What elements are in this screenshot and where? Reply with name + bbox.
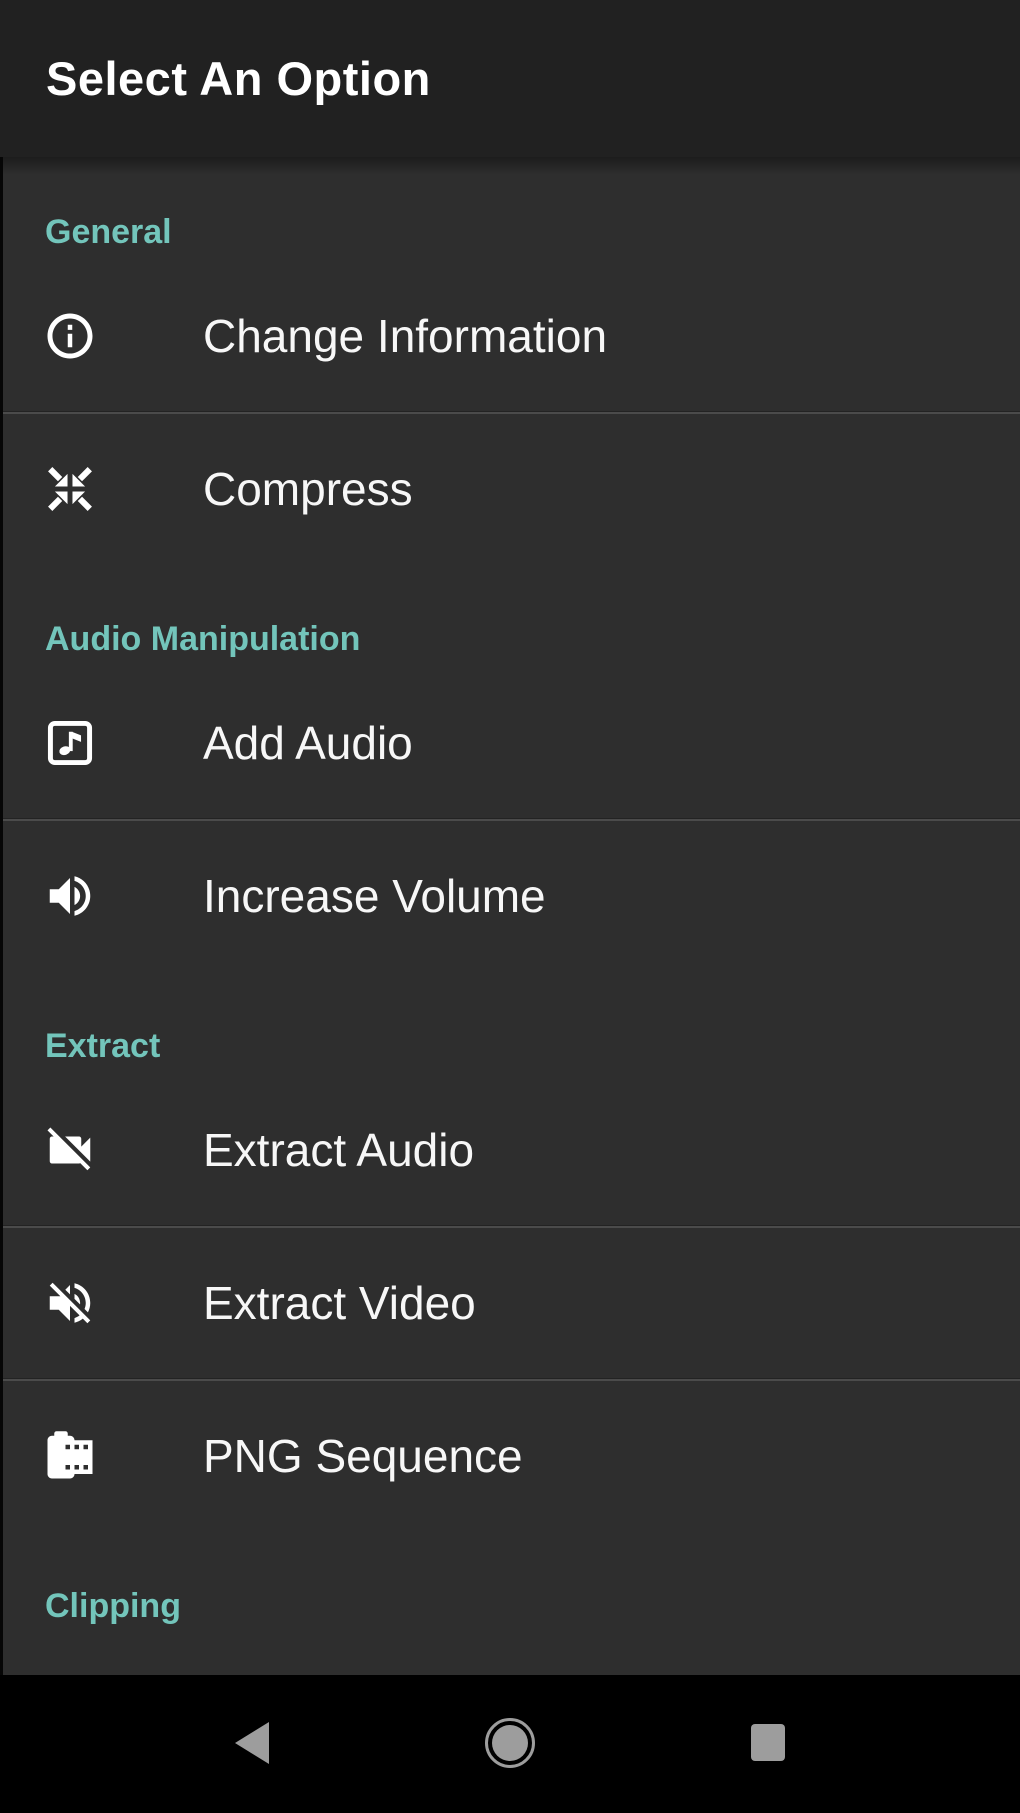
- menu-item-label: Extract Video: [203, 1277, 476, 1329]
- dialog-title-bar: Select An Option: [0, 0, 1020, 157]
- section-header: Audio Manipulation: [45, 620, 361, 658]
- home-icon: [484, 1717, 536, 1772]
- dialog-title: Select An Option: [46, 52, 431, 105]
- menu-item-add-audio[interactable]: Add Audio: [0, 668, 1020, 818]
- recents-button[interactable]: [639, 1675, 897, 1813]
- screen-left-edge: [0, 157, 3, 1675]
- section-header: General: [45, 213, 172, 251]
- camera-roll-icon: [43, 1429, 97, 1483]
- android-nav-bar: [0, 1675, 1020, 1813]
- option-dialog-body: General Change Information Compress Audio M…: [0, 157, 1020, 1675]
- music-note-box-icon: [43, 716, 97, 770]
- back-icon: [234, 1721, 270, 1768]
- menu-item-change-information[interactable]: Change Information: [0, 261, 1020, 411]
- menu-item-label: PNG Sequence: [203, 1430, 523, 1482]
- back-button[interactable]: [123, 1675, 381, 1813]
- volume-off-icon: [43, 1276, 97, 1330]
- volume-up-icon: [43, 869, 97, 923]
- home-button[interactable]: [381, 1675, 639, 1813]
- menu-item-label: Increase Volume: [203, 870, 546, 922]
- phone-screen: Select An Option General Change Informati…: [0, 0, 1020, 1813]
- section-header: Extract: [45, 1027, 161, 1065]
- menu-item-label: Change Information: [203, 310, 608, 362]
- menu-sections: General Change Information Compress Audio M…: [0, 214, 1020, 1625]
- menu-item-png-sequence[interactable]: PNG Sequence: [0, 1381, 1020, 1531]
- menu-item-compress[interactable]: Compress: [0, 414, 1020, 564]
- section-header: Clipping: [45, 1587, 181, 1625]
- videocam-off-icon: [43, 1123, 97, 1177]
- menu-item-increase-volume[interactable]: Increase Volume: [0, 821, 1020, 971]
- menu-item-label: Extract Audio: [203, 1124, 475, 1176]
- menu-item-label: Add Audio: [203, 717, 413, 769]
- recents-icon: [751, 1724, 785, 1764]
- menu-item-extract-video[interactable]: Extract Video: [0, 1228, 1020, 1378]
- menu-item-label: Compress: [203, 463, 413, 515]
- menu-item-extract-audio[interactable]: Extract Audio: [0, 1075, 1020, 1225]
- compress-icon: [43, 462, 97, 516]
- info-icon: [43, 309, 97, 363]
